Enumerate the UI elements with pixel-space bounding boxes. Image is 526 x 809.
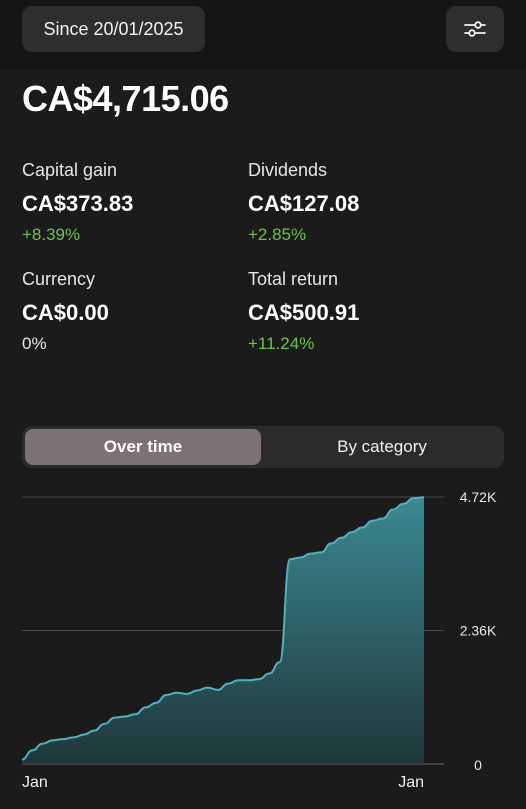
capital-gain-percent: +8.39% — [22, 225, 81, 244]
y-tick-label: 0 — [474, 757, 482, 773]
capital-gain-label: Capital gain — [22, 160, 118, 180]
tab-over-time[interactable]: Over time — [25, 429, 261, 465]
since-date-button[interactable]: Since 20/01/2025 — [22, 6, 205, 52]
view-toggle: Over time By category — [22, 426, 504, 468]
capital-gain-value: CA$373.83 — [22, 191, 134, 216]
currency-stat: Currency CA$0.00 0% — [22, 269, 109, 354]
since-date-label: Since 20/01/2025 — [43, 18, 184, 39]
portfolio-total-value: CA$4,715.06 — [22, 78, 229, 119]
total-return-label: Total return — [248, 269, 339, 289]
currency-label: Currency — [22, 269, 96, 289]
top-bar: Since 20/01/2025 — [0, 0, 526, 70]
y-tick-label: 4.72K — [460, 489, 497, 505]
portfolio-value-chart: 0 2.36K 4.72K Jan Jan — [21, 489, 497, 791]
x-tick-label: Jan — [398, 774, 424, 791]
sliders-icon — [464, 21, 486, 37]
currency-percent: 0% — [22, 334, 47, 353]
x-tick-label: Jan — [22, 774, 48, 791]
dividends-value: CA$127.08 — [248, 191, 360, 216]
tab-by-category[interactable]: By category — [263, 429, 501, 465]
total-return-stat: Total return CA$500.91 +11.24% — [248, 269, 359, 354]
dividends-percent: +2.85% — [248, 225, 307, 244]
total-return-percent: +11.24% — [248, 334, 315, 353]
capital-gain-stat: Capital gain CA$373.83 +8.39% — [22, 160, 133, 245]
dividends-stat: Dividends CA$127.08 +2.85% — [248, 160, 359, 245]
filter-button[interactable] — [446, 6, 504, 52]
total-return-value: CA$500.91 — [248, 300, 360, 325]
currency-value: CA$0.00 — [22, 300, 109, 325]
y-tick-label: 2.36K — [460, 623, 497, 639]
dividends-label: Dividends — [248, 160, 328, 180]
